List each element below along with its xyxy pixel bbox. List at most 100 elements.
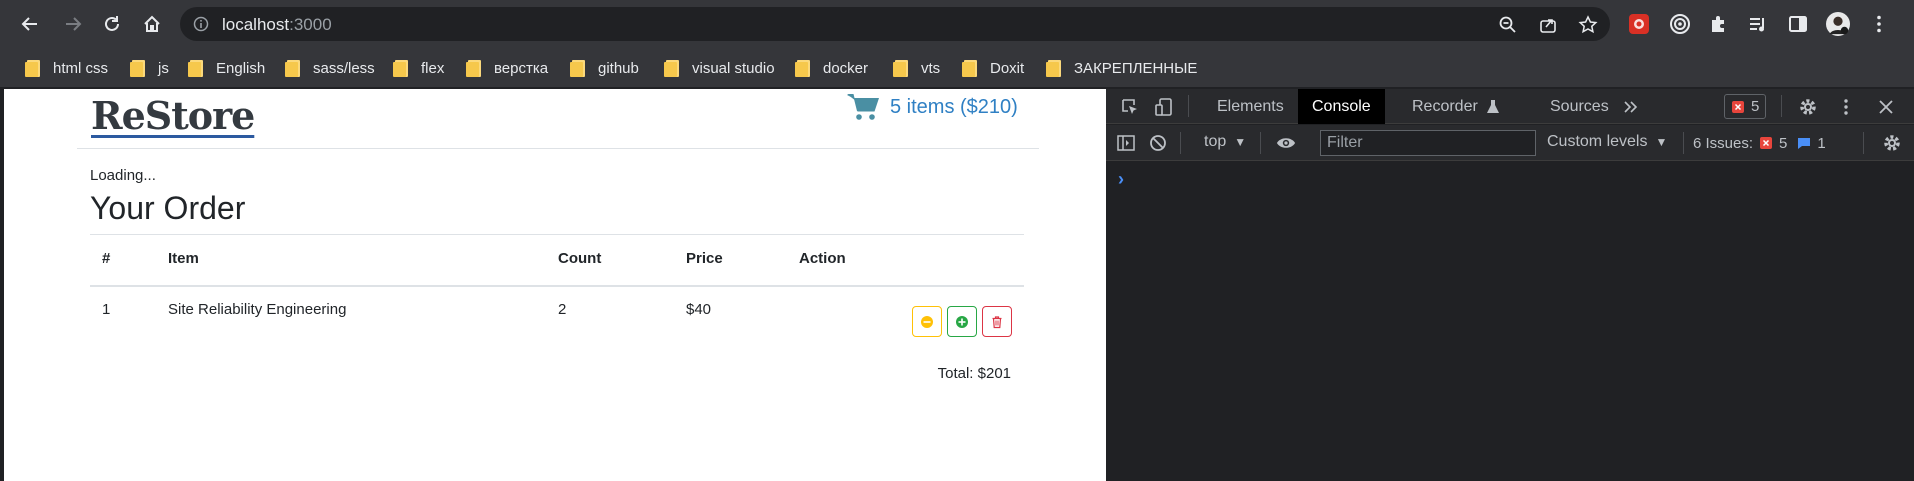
tab-recorder-label: Recorder (1412, 98, 1478, 115)
reload-icon[interactable] (99, 11, 125, 37)
console-settings-icon[interactable] (1882, 133, 1902, 153)
folder-icon (25, 59, 41, 77)
increase-button[interactable] (947, 306, 977, 337)
decrease-button[interactable] (912, 306, 942, 337)
extension-red-icon[interactable] (1627, 12, 1651, 36)
bookmark-folder[interactable]: docker (795, 56, 868, 80)
tab-recorder[interactable]: Recorder (1398, 89, 1514, 124)
console-toolbar: top ▼ Filter Custom levels ▼ 6 Issues: 5 1 (1106, 125, 1914, 161)
error-icon (1760, 137, 1773, 149)
folder-icon (570, 59, 586, 77)
bookmark-label: visual studio (692, 59, 775, 77)
side-panel-icon[interactable] (1786, 12, 1810, 36)
bookmark-label: ЗАКРЕПЛЕННЫЕ (1074, 59, 1198, 77)
row-item: Site Reliability Engineering (168, 301, 347, 318)
eye-icon[interactable] (1276, 133, 1296, 153)
home-icon[interactable] (139, 11, 165, 37)
share-icon[interactable] (1538, 15, 1558, 35)
puzzle-icon[interactable] (1707, 12, 1731, 36)
toolbar-divider (1180, 132, 1181, 154)
forward-icon[interactable] (60, 11, 86, 37)
address-bar[interactable]: localhost:3000 (180, 7, 1610, 41)
error-count-badge[interactable]: 5 (1724, 94, 1767, 119)
extension-target-icon[interactable] (1668, 12, 1692, 36)
order-total: Total: $201 (937, 365, 1011, 382)
flask-icon (1486, 100, 1499, 113)
media-icon[interactable] (1746, 12, 1770, 36)
row-price: $40 (686, 301, 712, 318)
toolbar-divider (1863, 132, 1864, 154)
bookmark-folder[interactable]: ЗАКРЕПЛЕННЫЕ (1046, 56, 1197, 80)
context-selector[interactable]: top ▼ (1204, 133, 1246, 151)
plus-circle-icon (956, 315, 968, 328)
cart-icon (846, 92, 890, 122)
bookmark-label: github (598, 59, 639, 77)
header-item: Item (168, 250, 199, 267)
device-toolbar-icon[interactable] (1154, 97, 1174, 117)
tab-console[interactable]: Console (1298, 89, 1385, 124)
inspect-icon[interactable] (1120, 97, 1140, 117)
bookmark-label: flex (421, 59, 445, 77)
bookmark-folder[interactable]: github (570, 56, 639, 80)
bookmark-folder[interactable]: html css (25, 56, 108, 80)
header-divider (77, 148, 1039, 149)
clear-console-icon[interactable] (1148, 133, 1168, 153)
close-icon[interactable] (1876, 97, 1896, 117)
folder-icon (285, 59, 301, 77)
menu-icon[interactable] (1867, 12, 1891, 36)
info-message-icon (1798, 138, 1811, 149)
bookmark-folder[interactable]: js (130, 56, 169, 80)
log-levels-dropdown[interactable]: Custom levels ▼ (1547, 133, 1667, 151)
bookmark-folder[interactable]: visual studio (664, 56, 775, 80)
settings-icon[interactable] (1798, 97, 1818, 117)
url-text: localhost:3000 (222, 15, 332, 35)
page-title: Your Order (90, 190, 246, 226)
kebab-menu-icon[interactable] (1836, 97, 1856, 117)
bookmark-folder[interactable]: flex (393, 56, 444, 80)
bookmark-folder[interactable]: English (188, 56, 265, 80)
bookmark-label: js (158, 59, 169, 77)
dropdown-arrow-icon: ▼ (1655, 135, 1668, 149)
table-top-border (90, 234, 1024, 235)
toolbar-divider (1781, 95, 1782, 117)
header-action: Action (799, 250, 846, 267)
issues-button[interactable]: 6 Issues: 5 1 (1685, 130, 1834, 156)
dropdown-arrow-icon: ▼ (1234, 135, 1247, 149)
row-count: 2 (558, 301, 567, 318)
browser-toolbar: localhost:3000 (0, 0, 1914, 48)
folder-icon (893, 59, 909, 77)
filter-input[interactable]: Filter (1320, 130, 1536, 156)
info-icon[interactable] (193, 16, 209, 32)
header-count: Count (558, 250, 602, 267)
folder-icon (188, 59, 204, 77)
console-prompt[interactable]: › (1118, 169, 1124, 190)
issues-label: 6 Issues: (1693, 134, 1754, 152)
devtools-panel: Elements Console Recorder Sources 5 top … (1106, 89, 1914, 481)
back-icon[interactable] (17, 11, 43, 37)
more-tabs-icon[interactable] (1621, 97, 1641, 117)
toolbar-divider (1260, 132, 1261, 154)
trash-icon (992, 315, 1002, 328)
bookmark-folder[interactable]: Doxit (962, 56, 1024, 80)
folder-icon (466, 59, 482, 77)
bookmark-folder[interactable]: верстка (466, 56, 548, 80)
cart-link[interactable]: 5 items ($210) (846, 92, 1018, 122)
folder-icon (393, 59, 409, 77)
devtools-tab-bar: Elements Console Recorder Sources 5 (1106, 89, 1914, 124)
tab-elements[interactable]: Elements (1203, 89, 1298, 124)
bookmark-folder[interactable]: sass/less (285, 56, 375, 80)
bookmark-label: Doxit (990, 59, 1025, 77)
toolbar-divider (1188, 95, 1189, 117)
tab-sources[interactable]: Sources (1536, 89, 1623, 124)
issues-info-count: 1 (1817, 134, 1826, 152)
delete-button[interactable] (982, 306, 1012, 337)
zoom-icon[interactable] (1498, 15, 1518, 35)
bookmark-folder[interactable]: vts (893, 56, 940, 80)
bookmark-label: sass/less (313, 59, 375, 77)
sidebar-toggle-icon[interactable] (1116, 133, 1136, 153)
bookmark-label: html css (53, 59, 109, 77)
star-icon[interactable] (1578, 15, 1598, 35)
profile-avatar[interactable] (1826, 12, 1850, 36)
brand-logo-link[interactable]: ReStore (91, 93, 255, 138)
folder-icon (962, 59, 978, 77)
